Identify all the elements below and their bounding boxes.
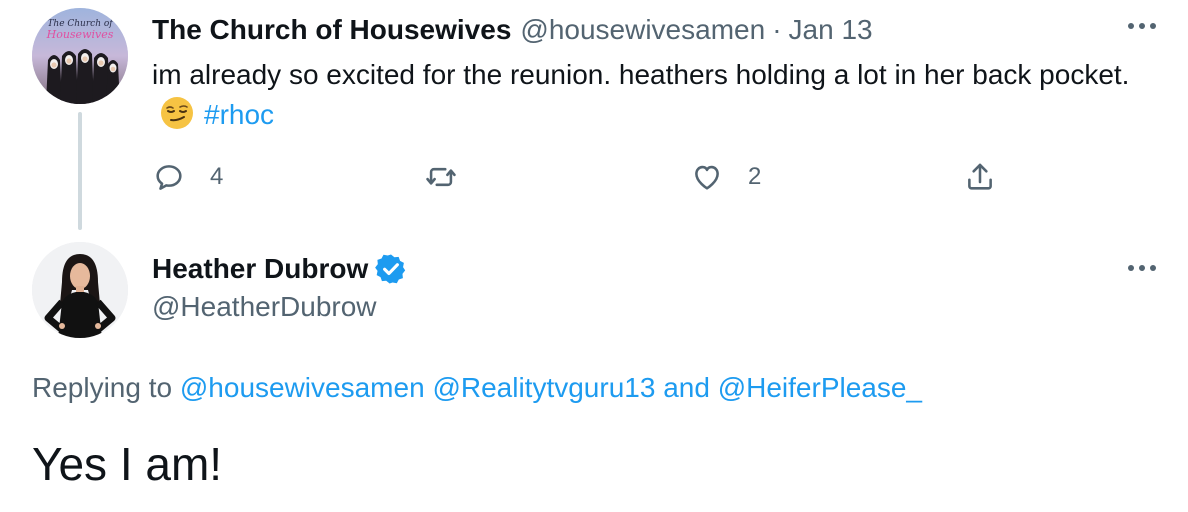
- retweet-button[interactable]: [424, 160, 482, 194]
- tweet1-header: The Church of Housewives @housewivesamen…: [152, 12, 873, 48]
- tweet2-handle[interactable]: @HeatherDubrow: [152, 291, 377, 323]
- share-button[interactable]: [963, 160, 997, 194]
- mention-link[interactable]: @housewivesamen: [180, 372, 425, 403]
- tweet2-name-row: Heather Dubrow: [152, 251, 408, 287]
- share-icon: [968, 163, 992, 190]
- tweet2-display-name[interactable]: Heather Dubrow: [152, 253, 368, 285]
- hashtag-link[interactable]: #rhoc: [204, 99, 274, 130]
- tweet1-date[interactable]: Jan 13: [789, 14, 873, 46]
- smirking-face-emoji-icon: [160, 96, 194, 141]
- reply-icon: [156, 165, 182, 190]
- more-icon[interactable]: [1124, 8, 1160, 44]
- tweet1-display-name[interactable]: The Church of Housewives: [152, 14, 511, 46]
- replying-to-line: Replying to @housewivesamen @Realitytvgu…: [32, 372, 922, 404]
- tweet1-separator: ·: [772, 14, 782, 45]
- retweet-icon: [426, 167, 456, 187]
- more-icon[interactable]: [1124, 250, 1160, 286]
- avatar-image: The Church of Housewives: [32, 8, 128, 104]
- replying-prefix: Replying to: [32, 372, 173, 403]
- mention-link[interactable]: @Realitytvguru13: [432, 372, 655, 403]
- mention-link[interactable]: @HeiferPlease_: [718, 372, 922, 403]
- thread-connector-line: [78, 112, 82, 230]
- reply-button[interactable]: 4: [152, 160, 223, 194]
- reply-count: 4: [210, 163, 224, 190]
- tweet1-body: im already so excited for the reunion. h…: [152, 59, 1130, 90]
- like-count: 2: [748, 163, 762, 190]
- mention-conjunction[interactable]: and: [663, 372, 710, 403]
- verified-badge-icon: [375, 254, 406, 284]
- tweet2-text: Yes I am!: [32, 438, 223, 490]
- tweet1-handle[interactable]: @housewivesamen: [520, 14, 765, 46]
- avatar-image: [32, 242, 128, 338]
- svg-text:Housewives: Housewives: [46, 28, 114, 41]
- avatar-heather-dubrow[interactable]: [32, 242, 128, 338]
- avatar-church-of-housewives[interactable]: The Church of Housewives: [32, 8, 128, 104]
- like-button[interactable]: 2: [690, 160, 761, 194]
- tweet1-text: im already so excited for the reunion. h…: [152, 55, 1152, 141]
- like-icon: [695, 165, 719, 190]
